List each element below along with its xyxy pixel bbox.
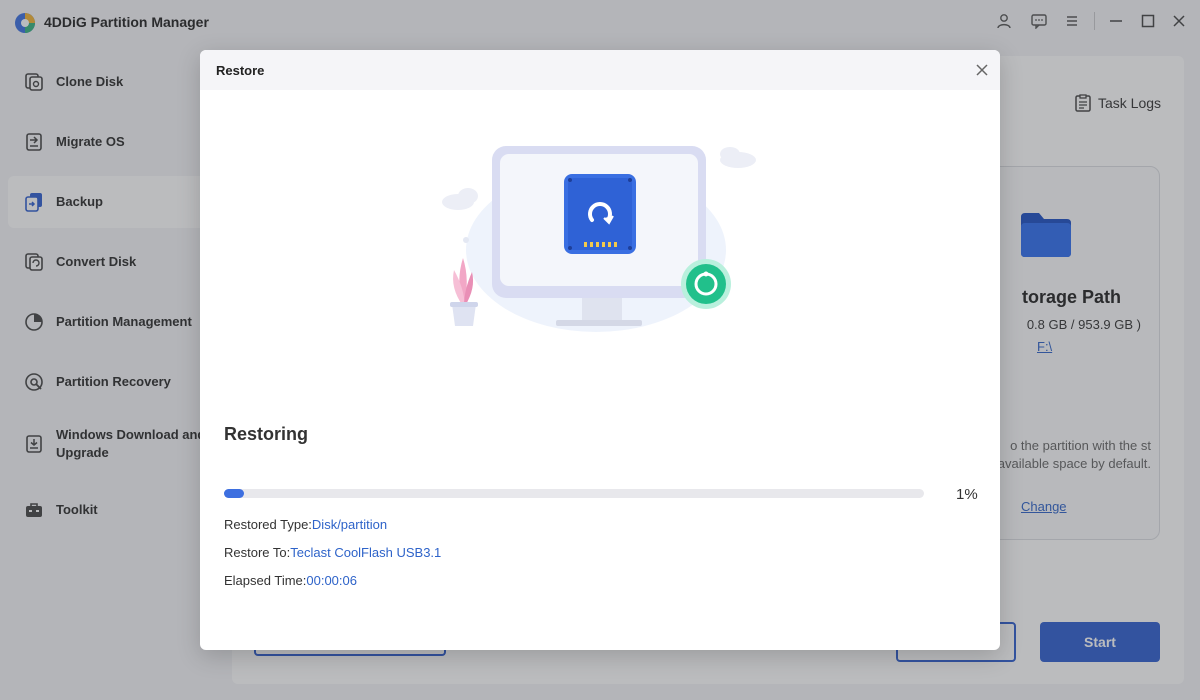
restoring-status: Restoring [224, 424, 309, 444]
restore-to-label: Restore To: [224, 545, 291, 560]
progress-bar [224, 489, 924, 498]
elapsed-time-row: Elapsed Time:00:00:06 [224, 573, 357, 588]
restore-dialog: Restore Restoring 1% Restored Type:Disk/… [200, 50, 1000, 650]
elapsed-time-value: 00:00:06 [306, 573, 357, 588]
close-icon[interactable] [974, 62, 990, 78]
restore-illustration [442, 146, 756, 332]
progress-fill [224, 489, 244, 498]
dialog-header: Restore [200, 50, 1000, 90]
restore-to-value: Teclast CoolFlash USB3.1 [290, 545, 442, 560]
restored-type-label: Restored Type: [224, 517, 312, 532]
dialog-title: Restore [216, 63, 265, 78]
restored-type-value: Disk/partition [311, 517, 388, 532]
progress-percent: 1% [956, 486, 978, 503]
restore-to-row: Restore To:Teclast CoolFlash USB3.1 [224, 545, 441, 560]
restored-type-row: Restored Type:Disk/partition [224, 517, 387, 532]
elapsed-time-label: Elapsed Time: [224, 573, 307, 588]
